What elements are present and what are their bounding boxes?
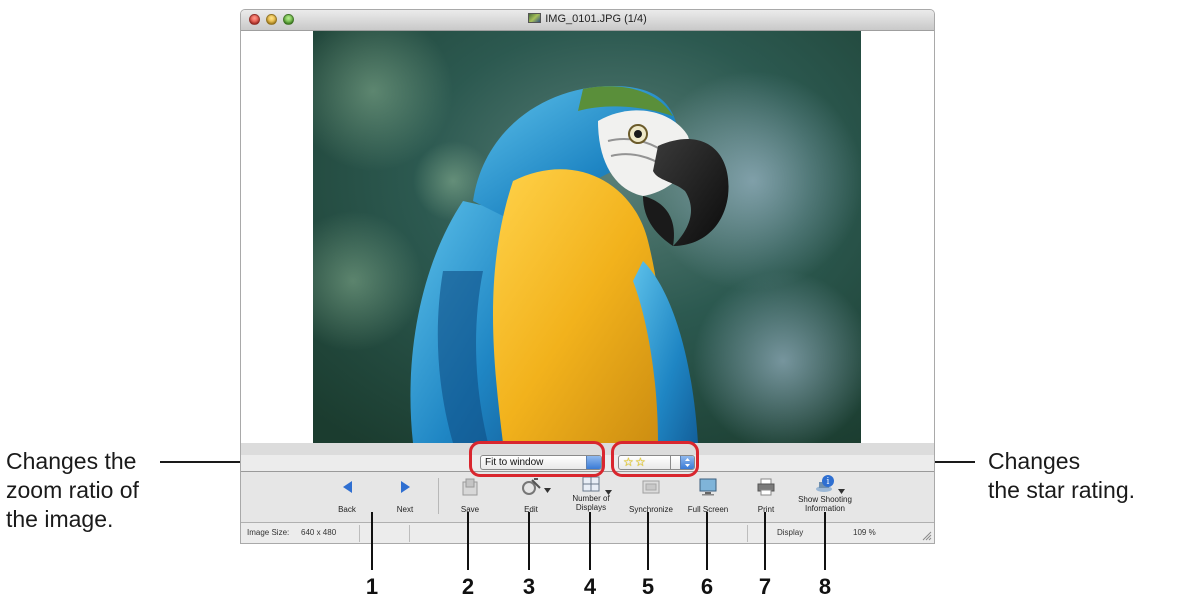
edit-label: Edit [524, 505, 538, 514]
callout-rating-line2: the star rating. [988, 477, 1136, 503]
callout-number-5: 5 [641, 574, 655, 599]
callout-number-1: 1 [365, 574, 379, 599]
svg-text:i: i [827, 477, 830, 487]
callout-number-3: 3 [522, 574, 536, 599]
callout-line-4 [589, 512, 591, 570]
toolbar: Back Next Save Edit Number of Displays S… [241, 472, 934, 522]
resize-grip-icon[interactable] [922, 531, 932, 541]
toolbar-divider [438, 478, 439, 514]
title-bar[interactable]: IMG_0101.JPG (1/4) [241, 10, 934, 31]
shooting-label-line1: Show Shooting [798, 495, 852, 504]
parrot-photo-svg [313, 31, 861, 443]
callout-line-5 [647, 512, 649, 570]
full-screen-label: Full Screen [687, 505, 729, 514]
parrot-photo [313, 31, 861, 443]
info-icon: i [816, 475, 834, 492]
callout-line-6 [706, 512, 708, 570]
displays-label-line2: Displays [575, 503, 607, 512]
zoom-highlight-oval [469, 441, 605, 477]
status-bar: Image Size: 640 x 480 Display 109 % [241, 522, 934, 543]
printer-icon [757, 478, 775, 496]
callout-rating-line1: Changes [988, 448, 1081, 474]
rating-highlight-oval [611, 441, 699, 477]
callout-line-1 [371, 512, 373, 570]
status-divider [409, 525, 410, 542]
displays-label-line1: Number of [572, 494, 610, 503]
callout-number-4: 4 [583, 574, 597, 599]
save-label: Save [460, 505, 480, 514]
callout-zoom-line1: Changes the [6, 448, 137, 474]
synchronize-label: Synchronize [628, 505, 674, 514]
status-divider [747, 525, 748, 542]
callout-line-7 [764, 512, 766, 570]
next-label: Next [396, 505, 414, 514]
callout-rating-text: Changes the star rating. [988, 447, 1135, 505]
image-file-icon [528, 13, 542, 23]
synchronize-icon [642, 480, 660, 494]
callout-number-2: 2 [461, 574, 475, 599]
callout-number-6: 6 [700, 574, 714, 599]
callout-number-8: 8 [818, 574, 832, 599]
callout-number-7: 7 [758, 574, 772, 599]
callout-zoom-text: Changes the zoom ratio of the image. [6, 447, 139, 534]
image-size-label: Image Size: [247, 528, 290, 537]
zoom-percent-value: 109 % [853, 528, 876, 537]
callout-zoom-line2: zoom ratio of [6, 477, 139, 503]
display-label: Display [777, 528, 804, 537]
callout-line-3 [528, 512, 530, 570]
image-size-value: 640 x 480 [301, 528, 337, 537]
back-arrow-icon [343, 481, 352, 493]
print-label: Print [757, 505, 775, 514]
window-title-wrap: IMG_0101.JPG (1/4) [241, 13, 934, 25]
callout-line-8 [824, 512, 826, 570]
edit-tools-icon [522, 478, 541, 495]
image-area[interactable] [241, 31, 934, 443]
edit-dropdown-icon[interactable] [544, 488, 551, 493]
callout-zoom-line3: the image. [6, 506, 114, 532]
callout-line-2 [467, 512, 469, 570]
shooting-info-dropdown-icon[interactable] [838, 489, 845, 494]
save-icon [462, 478, 478, 496]
status-divider [359, 525, 360, 542]
back-label: Back [338, 505, 356, 514]
full-screen-icon [699, 478, 717, 496]
window-title: IMG_0101.JPG (1/4) [545, 13, 647, 25]
next-arrow-icon [401, 481, 410, 493]
display-grid-icon [582, 476, 600, 492]
